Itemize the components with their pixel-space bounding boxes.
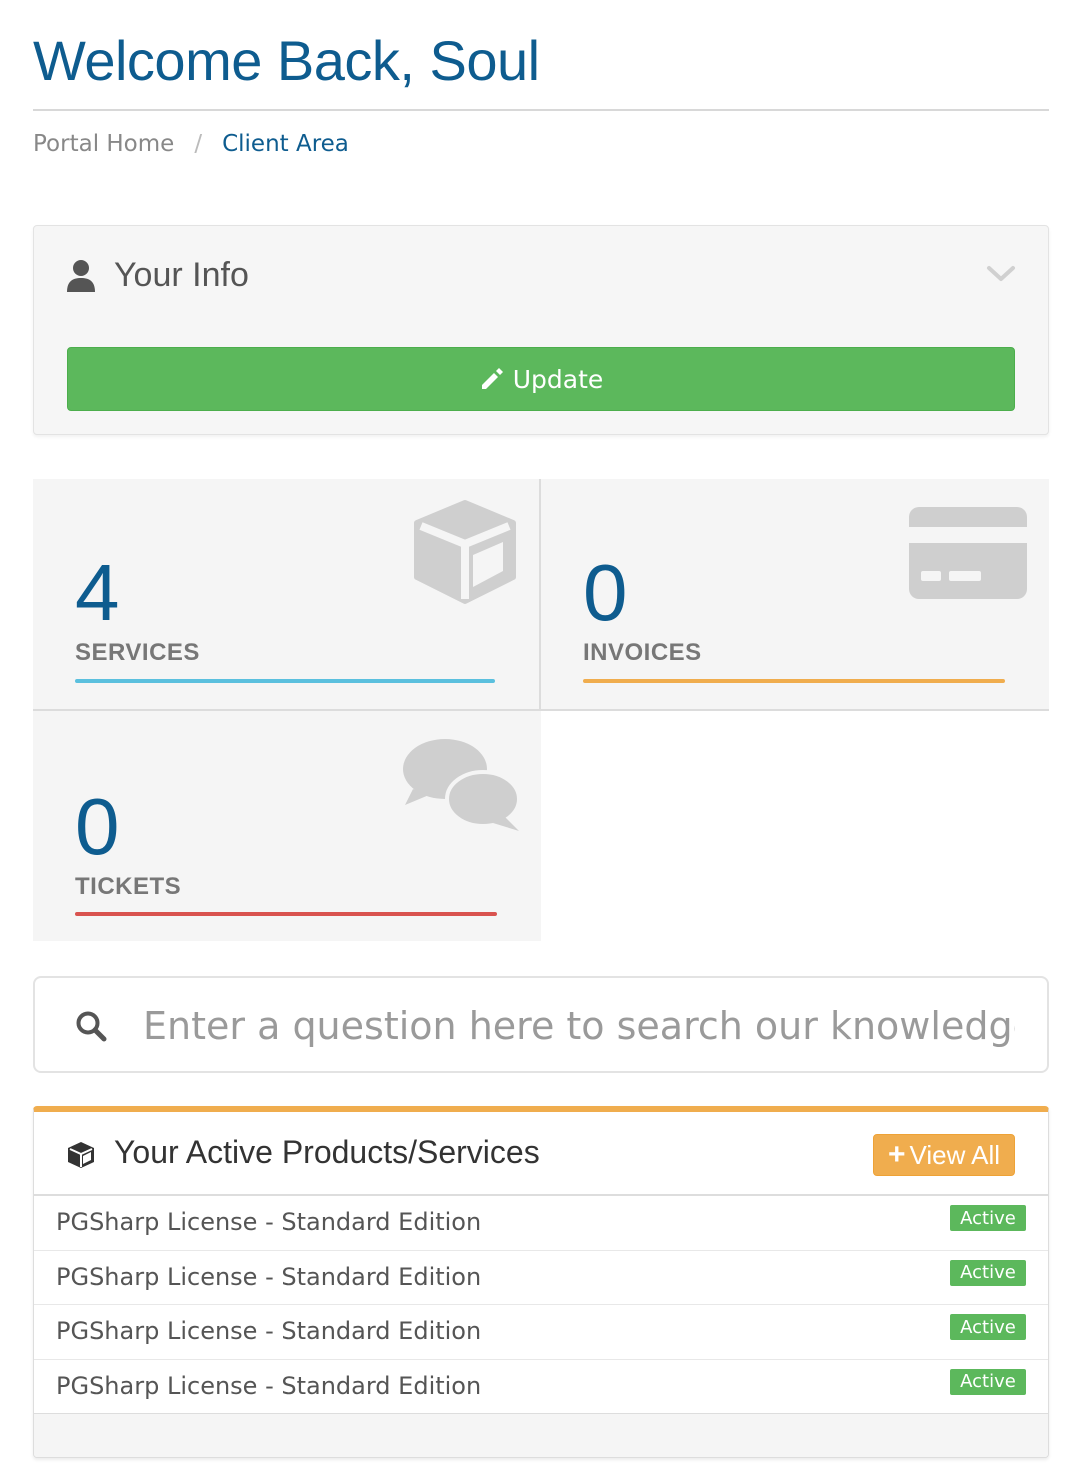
page-title: Welcome Back, Soul <box>33 29 540 92</box>
user-icon <box>67 259 95 292</box>
search-icon <box>76 1011 107 1042</box>
active-products-title: Your Active Products/Services <box>114 1134 540 1170</box>
product-row[interactable]: PGSharp License - Standard Edition Activ… <box>34 1196 1048 1251</box>
view-all-label: View All <box>909 1139 1001 1170</box>
title-divider <box>33 109 1049 111</box>
services-tile[interactable]: 4 SERVICES <box>33 479 539 709</box>
breadcrumb-portal-home[interactable]: Portal Home <box>33 131 174 157</box>
your-info-panel: Your Info Update <box>33 225 1049 435</box>
status-badge: Active <box>950 1259 1026 1286</box>
invoices-accent-bar <box>583 679 1005 683</box>
status-badge: Active <box>950 1368 1026 1395</box>
product-name: PGSharp License - Standard Edition <box>56 1208 482 1236</box>
tickets-accent-bar <box>75 912 497 916</box>
pencil-icon <box>481 368 503 389</box>
status-badge: Active <box>950 1314 1026 1340</box>
product-name: PGSharp License - Standard Edition <box>56 1371 482 1400</box>
credit-card-icon <box>909 507 1027 599</box>
view-all-button[interactable]: + View All <box>873 1134 1015 1176</box>
update-button[interactable]: Update <box>67 347 1015 411</box>
tickets-label: TICKETS <box>75 873 182 900</box>
services-accent-bar <box>75 679 495 683</box>
active-products-header: Your Active Products/Services + View All <box>34 1112 1048 1196</box>
active-products-footer <box>34 1413 1048 1457</box>
chevron-down-icon[interactable] <box>986 264 1016 284</box>
services-label: SERVICES <box>75 639 200 666</box>
your-info-title: Your Info <box>114 256 249 294</box>
product-name: PGSharp License - Standard Edition <box>56 1317 482 1345</box>
knowledgebase-search <box>33 976 1049 1073</box>
breadcrumb-separator: / <box>194 131 203 157</box>
tile-divider-horizontal <box>33 709 1049 711</box>
knowledgebase-search-input[interactable] <box>143 998 1015 1054</box>
invoices-count: 0 <box>583 548 628 637</box>
services-count: 4 <box>75 548 120 637</box>
your-info-header[interactable]: Your Info <box>66 256 249 295</box>
update-button-label: Update <box>512 364 604 394</box>
tickets-count: 0 <box>75 782 120 871</box>
product-row[interactable]: PGSharp License - Standard Edition Activ… <box>34 1305 1048 1360</box>
invoices-label: INVOICES <box>583 639 702 666</box>
product-name: PGSharp License - Standard Edition <box>56 1262 482 1291</box>
product-list: PGSharp License - Standard Edition Activ… <box>34 1196 1048 1414</box>
tile-divider-vertical <box>539 479 541 711</box>
product-row[interactable]: PGSharp License - Standard Edition Activ… <box>34 1360 1048 1414</box>
active-products-panel: Your Active Products/Services + View All… <box>33 1106 1049 1458</box>
cube-icon <box>414 500 516 604</box>
chat-bubbles-icon <box>403 739 521 831</box>
status-badge: Active <box>950 1205 1026 1231</box>
tickets-tile[interactable]: 0 TICKETS <box>33 711 541 941</box>
breadcrumb-client-area: Client Area <box>222 131 349 157</box>
plus-icon: + <box>887 1138 906 1171</box>
product-row[interactable]: PGSharp License - Standard Edition Activ… <box>34 1251 1048 1305</box>
breadcrumb: Portal Home / Client Area <box>33 131 349 157</box>
invoices-tile[interactable]: 0 INVOICES <box>541 479 1049 709</box>
cube-icon <box>68 1142 94 1168</box>
